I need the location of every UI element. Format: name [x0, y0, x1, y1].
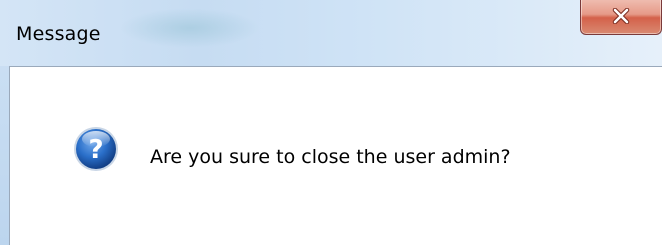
dialog-title: Message	[16, 23, 101, 45]
close-button[interactable]	[580, 0, 662, 35]
message-text: Are you sure to close the user admin?	[150, 146, 511, 168]
title-bar-glow	[120, 8, 260, 48]
svg-text:?: ?	[88, 135, 103, 165]
message-dialog: Message ? Are you sure to close the user…	[0, 0, 662, 245]
close-icon	[612, 8, 630, 24]
dialog-content: ? Are you sure to close the user admin?	[9, 66, 662, 245]
title-bar[interactable]: Message	[0, 0, 662, 66]
question-icon: ?	[74, 127, 118, 171]
